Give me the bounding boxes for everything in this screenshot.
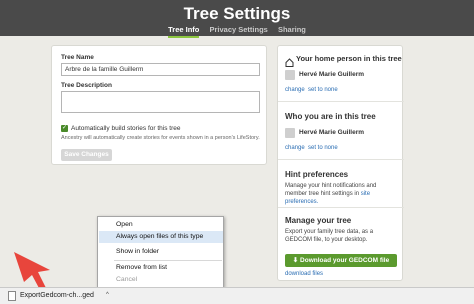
person-silhouette-icon <box>285 128 295 138</box>
menu-item-remove-from-list[interactable]: Remove from list <box>99 262 223 274</box>
tab-privacy-settings[interactable]: Privacy Settings <box>209 25 267 36</box>
page-title: Tree Settings <box>183 4 291 23</box>
home-person-title: Your home person in this tree <box>296 54 402 63</box>
tree-description-input[interactable] <box>61 91 260 113</box>
manage-tree-title: Manage your tree <box>285 216 352 225</box>
divider <box>278 101 404 102</box>
divider <box>278 159 404 160</box>
download-bar: ExportGedcom-ch...ged ^ <box>0 287 474 304</box>
home-person-name[interactable]: Hervé Marie Guillerm <box>299 71 364 78</box>
auto-stories-checkbox[interactable]: ✓ <box>61 125 68 132</box>
menu-item-cancel: Cancel <box>116 276 138 283</box>
hint-preferences-title: Hint preferences <box>285 170 349 179</box>
download-files-link[interactable]: download files <box>285 271 323 277</box>
menu-separator <box>114 260 222 261</box>
menu-item-always-open[interactable]: Always open files of this type <box>99 231 223 243</box>
home-person-change-link[interactable]: change <box>285 87 305 93</box>
tab-bar: Tree Info Privacy Settings Sharing <box>0 25 474 38</box>
page-header: Tree Settings Tree Info Privacy Settings… <box>0 0 474 38</box>
annotation-arrow-icon <box>14 252 50 290</box>
save-changes-button[interactable]: Save Changes <box>61 149 112 161</box>
you-in-tree-change-link[interactable]: change <box>285 145 305 151</box>
you-in-tree-name[interactable]: Hervé Marie Guillerm <box>299 129 364 136</box>
auto-stories-label: Automatically build stories for this tre… <box>71 125 181 132</box>
home-person-set-none-link[interactable]: set to none <box>308 87 338 93</box>
menu-item-open[interactable]: Open <box>99 219 223 231</box>
download-context-menu: Open Always open files of this type Show… <box>97 216 224 288</box>
tree-info-card: Tree Name Arbre de la famille Guillerm T… <box>51 45 267 165</box>
person-silhouette-icon <box>285 70 295 80</box>
download-icon: ⬇ <box>292 257 299 264</box>
manage-tree-text: Export your family tree data, as a GEDCO… <box>285 229 374 243</box>
tree-name-label: Tree Name <box>61 54 94 61</box>
download-file-name[interactable]: ExportGedcom-ch...ged <box>20 292 94 299</box>
download-gedcom-button-label: Download your GEDCOM file <box>300 257 390 264</box>
download-gedcom-button[interactable]: ⬇ Download your GEDCOM file <box>285 254 397 267</box>
home-icon <box>285 54 294 67</box>
auto-stories-note: Ancestry will automatically create stori… <box>61 135 260 141</box>
divider <box>278 207 404 208</box>
tree-name-input[interactable]: Arbre de la famille Guillerm <box>61 63 260 76</box>
menu-item-show-in-folder[interactable]: Show in folder <box>99 246 223 258</box>
hint-preferences-text: Manage your hint notifications and membe… <box>285 182 399 206</box>
sidebar-card: Your home person in this tree Hervé Mari… <box>277 45 404 281</box>
tab-sharing[interactable]: Sharing <box>278 25 306 36</box>
you-in-tree-set-none-link[interactable]: set to none <box>308 145 338 151</box>
tree-description-label: Tree Description <box>61 82 112 89</box>
file-icon <box>8 291 16 301</box>
you-in-tree-title: Who you are in this tree <box>285 112 376 121</box>
chevron-up-icon[interactable]: ^ <box>106 292 109 298</box>
tab-tree-info[interactable]: Tree Info <box>168 25 200 38</box>
